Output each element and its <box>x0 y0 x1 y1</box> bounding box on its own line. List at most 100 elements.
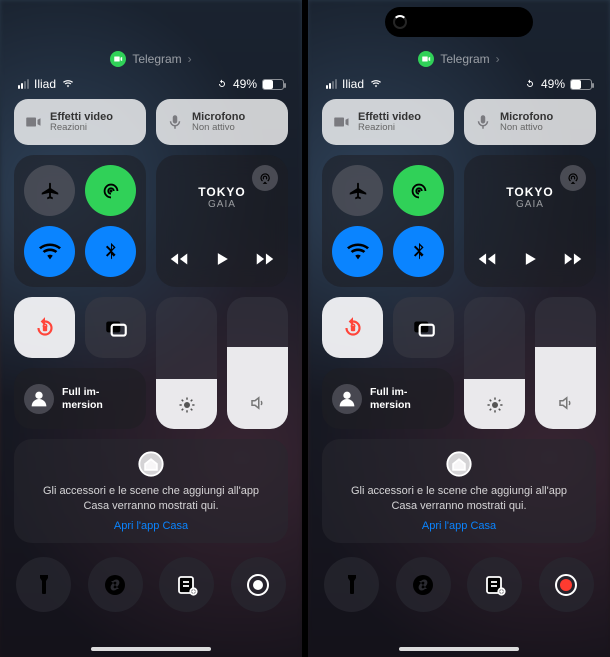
source-app-pill[interactable]: Telegram › <box>322 51 596 67</box>
cellular-data-button[interactable] <box>85 165 136 216</box>
video-effects-subtitle: Reazioni <box>358 123 421 133</box>
media-tile[interactable]: TOKYO GAIA <box>464 155 596 287</box>
screen-mirroring-button[interactable] <box>393 297 454 358</box>
rotation-lock-status-icon <box>524 78 536 90</box>
wifi-button[interactable] <box>24 226 75 277</box>
status-bar: Iliad 49% <box>322 77 596 91</box>
microphone-pill[interactable]: Microfono Non attivo <box>464 99 596 145</box>
battery-icon <box>570 79 592 90</box>
wifi-icon <box>61 79 75 89</box>
media-artist: GAIA <box>506 199 553 210</box>
home-message: Gli accessori e le scene che aggiungi al… <box>32 484 270 514</box>
brightness-icon <box>178 396 196 419</box>
source-app-name: Telegram <box>440 52 489 66</box>
forward-button[interactable] <box>562 248 584 275</box>
dynamic-island[interactable] <box>385 7 533 37</box>
home-indicator[interactable] <box>399 647 519 651</box>
record-active-icon <box>555 574 577 596</box>
microphone-title: Microfono <box>192 111 245 123</box>
microphone-subtitle: Non attivo <box>192 123 245 133</box>
battery-pct: 49% <box>233 77 257 91</box>
video-effects-pill[interactable]: Effetti video Reazioni <box>14 99 146 145</box>
video-effects-title: Effetti video <box>50 111 113 123</box>
home-tile[interactable]: Gli accessori e le scene che aggiungi al… <box>322 439 596 543</box>
connectivity-tile[interactable] <box>14 155 146 287</box>
source-app-pill[interactable]: Telegram › <box>14 51 288 67</box>
shazam-button[interactable] <box>396 557 451 612</box>
forward-button[interactable] <box>254 248 276 275</box>
media-artist: GAIA <box>198 199 245 210</box>
notes-button[interactable] <box>159 557 214 612</box>
screenshot-left: Telegram › Iliad 49% Effetti video <box>0 0 302 657</box>
rotation-lock-status-icon <box>216 78 228 90</box>
volume-icon <box>249 394 267 417</box>
home-open-link[interactable]: Apri l'app Casa <box>114 520 188 532</box>
bluetooth-button[interactable] <box>393 226 444 277</box>
wifi-button[interactable] <box>332 226 383 277</box>
airplay-button[interactable] <box>252 165 278 191</box>
signal-icon <box>326 79 337 89</box>
volume-icon <box>557 394 575 417</box>
carrier-label: Iliad <box>34 77 56 91</box>
brightness-slider[interactable] <box>156 297 217 429</box>
chevron-right-icon: › <box>188 52 192 66</box>
airplay-button[interactable] <box>560 165 586 191</box>
record-idle-icon <box>247 574 269 596</box>
airplane-mode-button[interactable] <box>24 165 75 216</box>
bluetooth-button[interactable] <box>85 226 136 277</box>
volume-slider[interactable] <box>227 297 288 429</box>
airplane-mode-button[interactable] <box>332 165 383 216</box>
microphone-title: Microfono <box>500 111 553 123</box>
focus-button[interactable]: Full im- mersion <box>322 368 454 429</box>
notes-button[interactable] <box>467 557 522 612</box>
rotation-lock-button[interactable] <box>14 297 75 358</box>
microphone-subtitle: Non attivo <box>500 123 553 133</box>
media-title: TOKYO <box>506 185 553 199</box>
home-indicator[interactable] <box>91 647 211 651</box>
media-title: TOKYO <box>198 185 245 199</box>
video-effects-icon <box>24 113 42 131</box>
microphone-pill[interactable]: Microfono Non attivo <box>156 99 288 145</box>
camera-badge-icon <box>418 51 434 67</box>
rewind-button[interactable] <box>476 248 498 275</box>
microphone-icon <box>166 113 184 131</box>
video-effects-title: Effetti video <box>358 111 421 123</box>
focus-icon <box>332 384 362 414</box>
home-icon <box>445 450 473 478</box>
flashlight-button[interactable] <box>16 557 71 612</box>
focus-icon <box>24 384 54 414</box>
brightness-icon <box>486 396 504 419</box>
video-effects-subtitle: Reazioni <box>50 123 113 133</box>
wifi-icon <box>369 79 383 89</box>
screen-record-button[interactable] <box>231 557 286 612</box>
battery-icon <box>262 79 284 90</box>
screen-mirroring-button[interactable] <box>85 297 146 358</box>
volume-slider[interactable] <box>535 297 596 429</box>
signal-icon <box>18 79 29 89</box>
play-button[interactable] <box>212 249 232 274</box>
rotation-lock-button[interactable] <box>322 297 383 358</box>
battery-pct: 49% <box>541 77 565 91</box>
brightness-slider[interactable] <box>464 297 525 429</box>
video-effects-icon <box>332 113 350 131</box>
spinner-icon <box>393 15 407 29</box>
screenshot-right: Telegram › Iliad 49% Effetti video <box>308 0 610 657</box>
media-tile[interactable]: TOKYO GAIA <box>156 155 288 287</box>
source-app-name: Telegram <box>132 52 181 66</box>
status-bar: Iliad 49% <box>14 77 288 91</box>
flashlight-button[interactable] <box>324 557 379 612</box>
video-effects-pill[interactable]: Effetti video Reazioni <box>322 99 454 145</box>
home-message: Gli accessori e le scene che aggiungi al… <box>340 484 578 514</box>
screen-record-button[interactable] <box>539 557 594 612</box>
focus-label: Full im- mersion <box>370 386 411 410</box>
home-tile[interactable]: Gli accessori e le scene che aggiungi al… <box>14 439 288 543</box>
focus-button[interactable]: Full im- mersion <box>14 368 146 429</box>
home-icon <box>137 450 165 478</box>
rewind-button[interactable] <box>168 248 190 275</box>
connectivity-tile[interactable] <box>322 155 454 287</box>
play-button[interactable] <box>520 249 540 274</box>
camera-badge-icon <box>110 51 126 67</box>
shazam-button[interactable] <box>88 557 143 612</box>
cellular-data-button[interactable] <box>393 165 444 216</box>
home-open-link[interactable]: Apri l'app Casa <box>422 520 496 532</box>
